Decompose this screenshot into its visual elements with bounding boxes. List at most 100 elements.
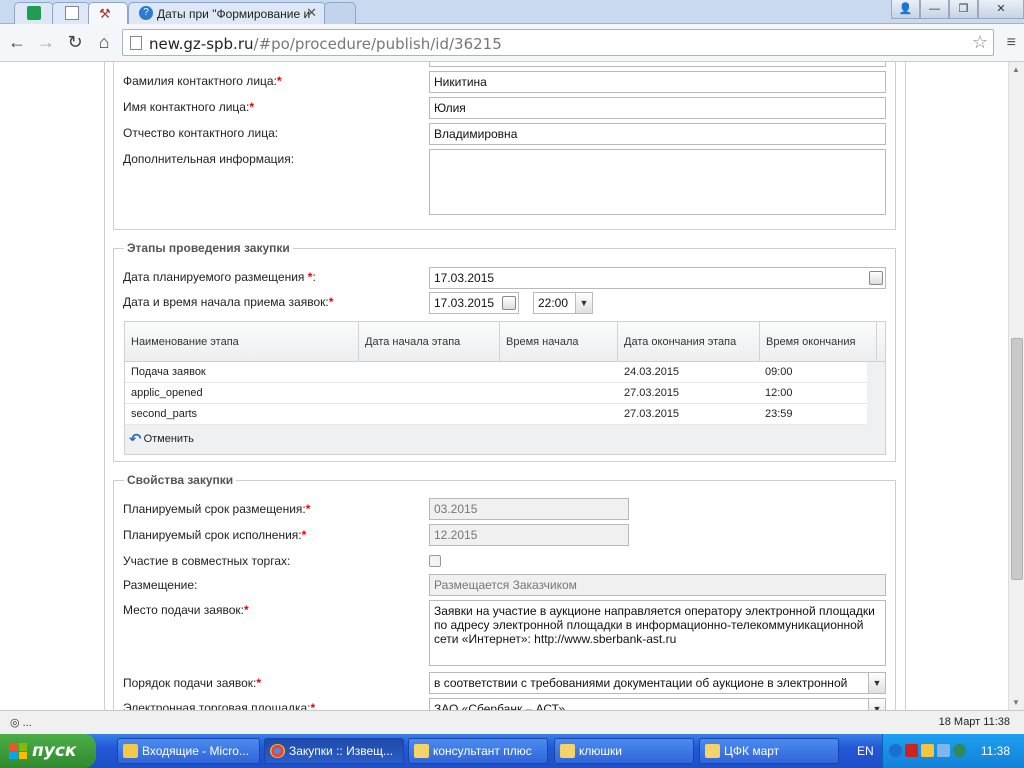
scrollbar-thumb[interactable]: [1011, 338, 1023, 580]
extra-info-label: Дополнительная информация:: [123, 152, 295, 166]
chevron-down-icon[interactable]: ▼: [868, 673, 885, 693]
outlook-icon: [123, 744, 138, 758]
extra-info-textarea[interactable]: [429, 149, 886, 215]
platform-label: Электронная торговая площадка:*: [123, 701, 316, 710]
clock: 11:38: [980, 744, 1010, 758]
start-button[interactable]: пуск: [0, 734, 96, 768]
taskbar-folder-klyushki[interactable]: клюшки: [554, 738, 694, 764]
scroll-up-icon[interactable]: ▲: [1012, 65, 1020, 74]
new-tab-button[interactable]: [324, 2, 356, 24]
col-end-date[interactable]: Дата окончания этапа: [618, 322, 760, 362]
application-order-label: Порядок подачи заявок:*: [123, 676, 262, 690]
start-date-value: 17.03.2015: [434, 296, 495, 310]
taskbar-outlook[interactable]: Входящие - Micro...: [117, 738, 260, 764]
folder-icon: [705, 744, 720, 758]
patronymic-input[interactable]: Владимировна: [429, 123, 886, 145]
planned-date-input[interactable]: 17.03.2015: [429, 267, 886, 289]
table-row[interactable]: applic_opened 27.03.2015 12:00: [125, 383, 867, 404]
chevron-down-icon[interactable]: ▼: [868, 699, 885, 710]
calendar-icon[interactable]: [869, 271, 883, 285]
pdf-icon[interactable]: [905, 744, 918, 757]
network-icon[interactable]: [937, 744, 950, 757]
minimize-icon[interactable]: —: [920, 0, 949, 19]
start-time-select[interactable]: 22:00 ▼: [533, 292, 593, 314]
stage-name-cell: Подача заявок: [131, 366, 206, 378]
menu-icon[interactable]: ≡: [1007, 34, 1016, 52]
forward-icon[interactable]: →: [35, 32, 57, 54]
col-start-date[interactable]: Дата начала этапа: [359, 322, 500, 362]
table-row[interactable]: second_parts 27.03.2015 23:59: [125, 404, 867, 425]
start-time-value: 22:00: [538, 296, 569, 310]
table-row[interactable]: Подача заявок 24.03.2015 09:00: [125, 362, 867, 383]
start-datetime-label: Дата и время начала приема заявок:*: [123, 295, 334, 309]
mail-icon[interactable]: [921, 744, 934, 757]
col-stage-name[interactable]: Наименование этапа: [125, 322, 359, 362]
calendar-icon[interactable]: [502, 296, 516, 310]
language-indicator[interactable]: EN: [857, 744, 874, 758]
tab-procedure-dates[interactable]: ? Даты при "Формирование и ✕: [128, 2, 326, 24]
properties-legend: Свойства закупки: [124, 473, 237, 487]
back-arrow-icon[interactable]: [889, 744, 902, 757]
taskbar-chrome[interactable]: Закупки :: Извещ...: [264, 738, 404, 764]
joint-bidding-checkbox[interactable]: [429, 555, 441, 567]
tab-tools[interactable]: ⚒: [88, 2, 128, 24]
application-order-select[interactable]: в соответствии с требованиями документац…: [429, 672, 886, 694]
placement-label: Размещение:: [123, 578, 198, 592]
placement-input: Размещается Заказчиком: [429, 574, 886, 596]
execution-term-label: Планируемый срок исполнения:*: [123, 528, 307, 542]
address-bar[interactable]: new.gz-spb.ru/#po/procedure/publish/id/3…: [122, 29, 994, 56]
last-name-label: Фамилия контактного лица:*: [123, 74, 282, 88]
page-info-icon: [130, 36, 142, 50]
window-controls: 👤 — ❐ ✕: [891, 0, 1024, 20]
stage-name-cell: applic_opened: [131, 387, 203, 399]
planned-date-label: Дата планируемого размещения *:: [123, 270, 316, 284]
folder-icon: [560, 744, 575, 758]
planned-date-value: 17.03.2015: [434, 271, 495, 285]
profile-icon[interactable]: 👤: [891, 0, 920, 19]
patronymic-label: Отчество контактного лица:: [123, 126, 279, 140]
home-icon[interactable]: ⌂: [93, 32, 115, 54]
close-tab-icon[interactable]: ✕: [306, 5, 317, 21]
taskbar-folder-consultant[interactable]: консультант плюс: [408, 738, 548, 764]
application-place-textarea[interactable]: Заявки на участие в аукционе направляетс…: [429, 600, 886, 666]
placement-term-label: Планируемый срок размещения:*: [123, 502, 311, 516]
application-place-label: Место подачи заявок:*: [123, 603, 249, 617]
hammer-icon: ⚒: [99, 6, 111, 21]
back-icon[interactable]: ←: [6, 32, 28, 54]
chrome-icon: [270, 744, 285, 758]
url-text: new.gz-spb.ru/#po/procedure/publish/id/3…: [149, 35, 502, 53]
status-datetime: 18 Март 11:38: [938, 716, 1010, 728]
page-icon: [65, 6, 79, 20]
close-window-icon[interactable]: ✕: [978, 0, 1024, 19]
execution-term-input: 12.2015: [429, 524, 629, 546]
platform-select[interactable]: ЗАО «Сбербанк – АСТ» ▼: [429, 698, 886, 710]
first-name-label: Имя контактного лица:*: [123, 100, 254, 114]
last-name-input[interactable]: Никитина: [429, 71, 886, 93]
reload-icon[interactable]: ↻: [64, 32, 86, 54]
placement-term-input: 03.2015: [429, 498, 629, 520]
application-order-value: в соответствии с требованиями документац…: [434, 676, 848, 690]
taskbar-folder-cfk[interactable]: ЦФК март: [699, 738, 839, 764]
tab-blank[interactable]: [52, 2, 90, 24]
col-start-time[interactable]: Время начала: [500, 322, 618, 362]
help-icon: ?: [139, 6, 153, 20]
col-end-time[interactable]: Время окончания: [760, 322, 877, 362]
page-scrollbar[interactable]: ▲ ▼: [1008, 62, 1024, 710]
cancel-button[interactable]: ↶ Отменить: [129, 430, 194, 448]
scroll-down-icon[interactable]: ▼: [1012, 698, 1020, 707]
joint-bidding-label: Участие в совместных торгах:: [123, 554, 291, 568]
bookmark-star-icon[interactable]: ☆: [972, 32, 988, 53]
end-time-cell: 09:00: [765, 366, 793, 378]
contact-fieldset: Фамилия контактного лица:* Никитина Имя …: [113, 62, 896, 230]
tab-sheets[interactable]: [14, 2, 54, 24]
stage-name-cell: second_parts: [131, 408, 198, 420]
tab-title: Даты при "Формирование и: [157, 7, 311, 21]
first-name-input[interactable]: Юлия: [429, 97, 886, 119]
spreadsheet-icon: [27, 6, 41, 20]
status-icon[interactable]: [953, 744, 966, 757]
cut-off-field[interactable]: [429, 62, 886, 67]
browser-tab-strip: ⚒ ? Даты при "Формирование и ✕ 👤 — ❐ ✕: [0, 0, 1024, 24]
chevron-down-icon[interactable]: ▼: [575, 293, 592, 313]
start-date-input[interactable]: 17.03.2015: [429, 292, 519, 314]
restore-icon[interactable]: ❐: [949, 0, 978, 19]
